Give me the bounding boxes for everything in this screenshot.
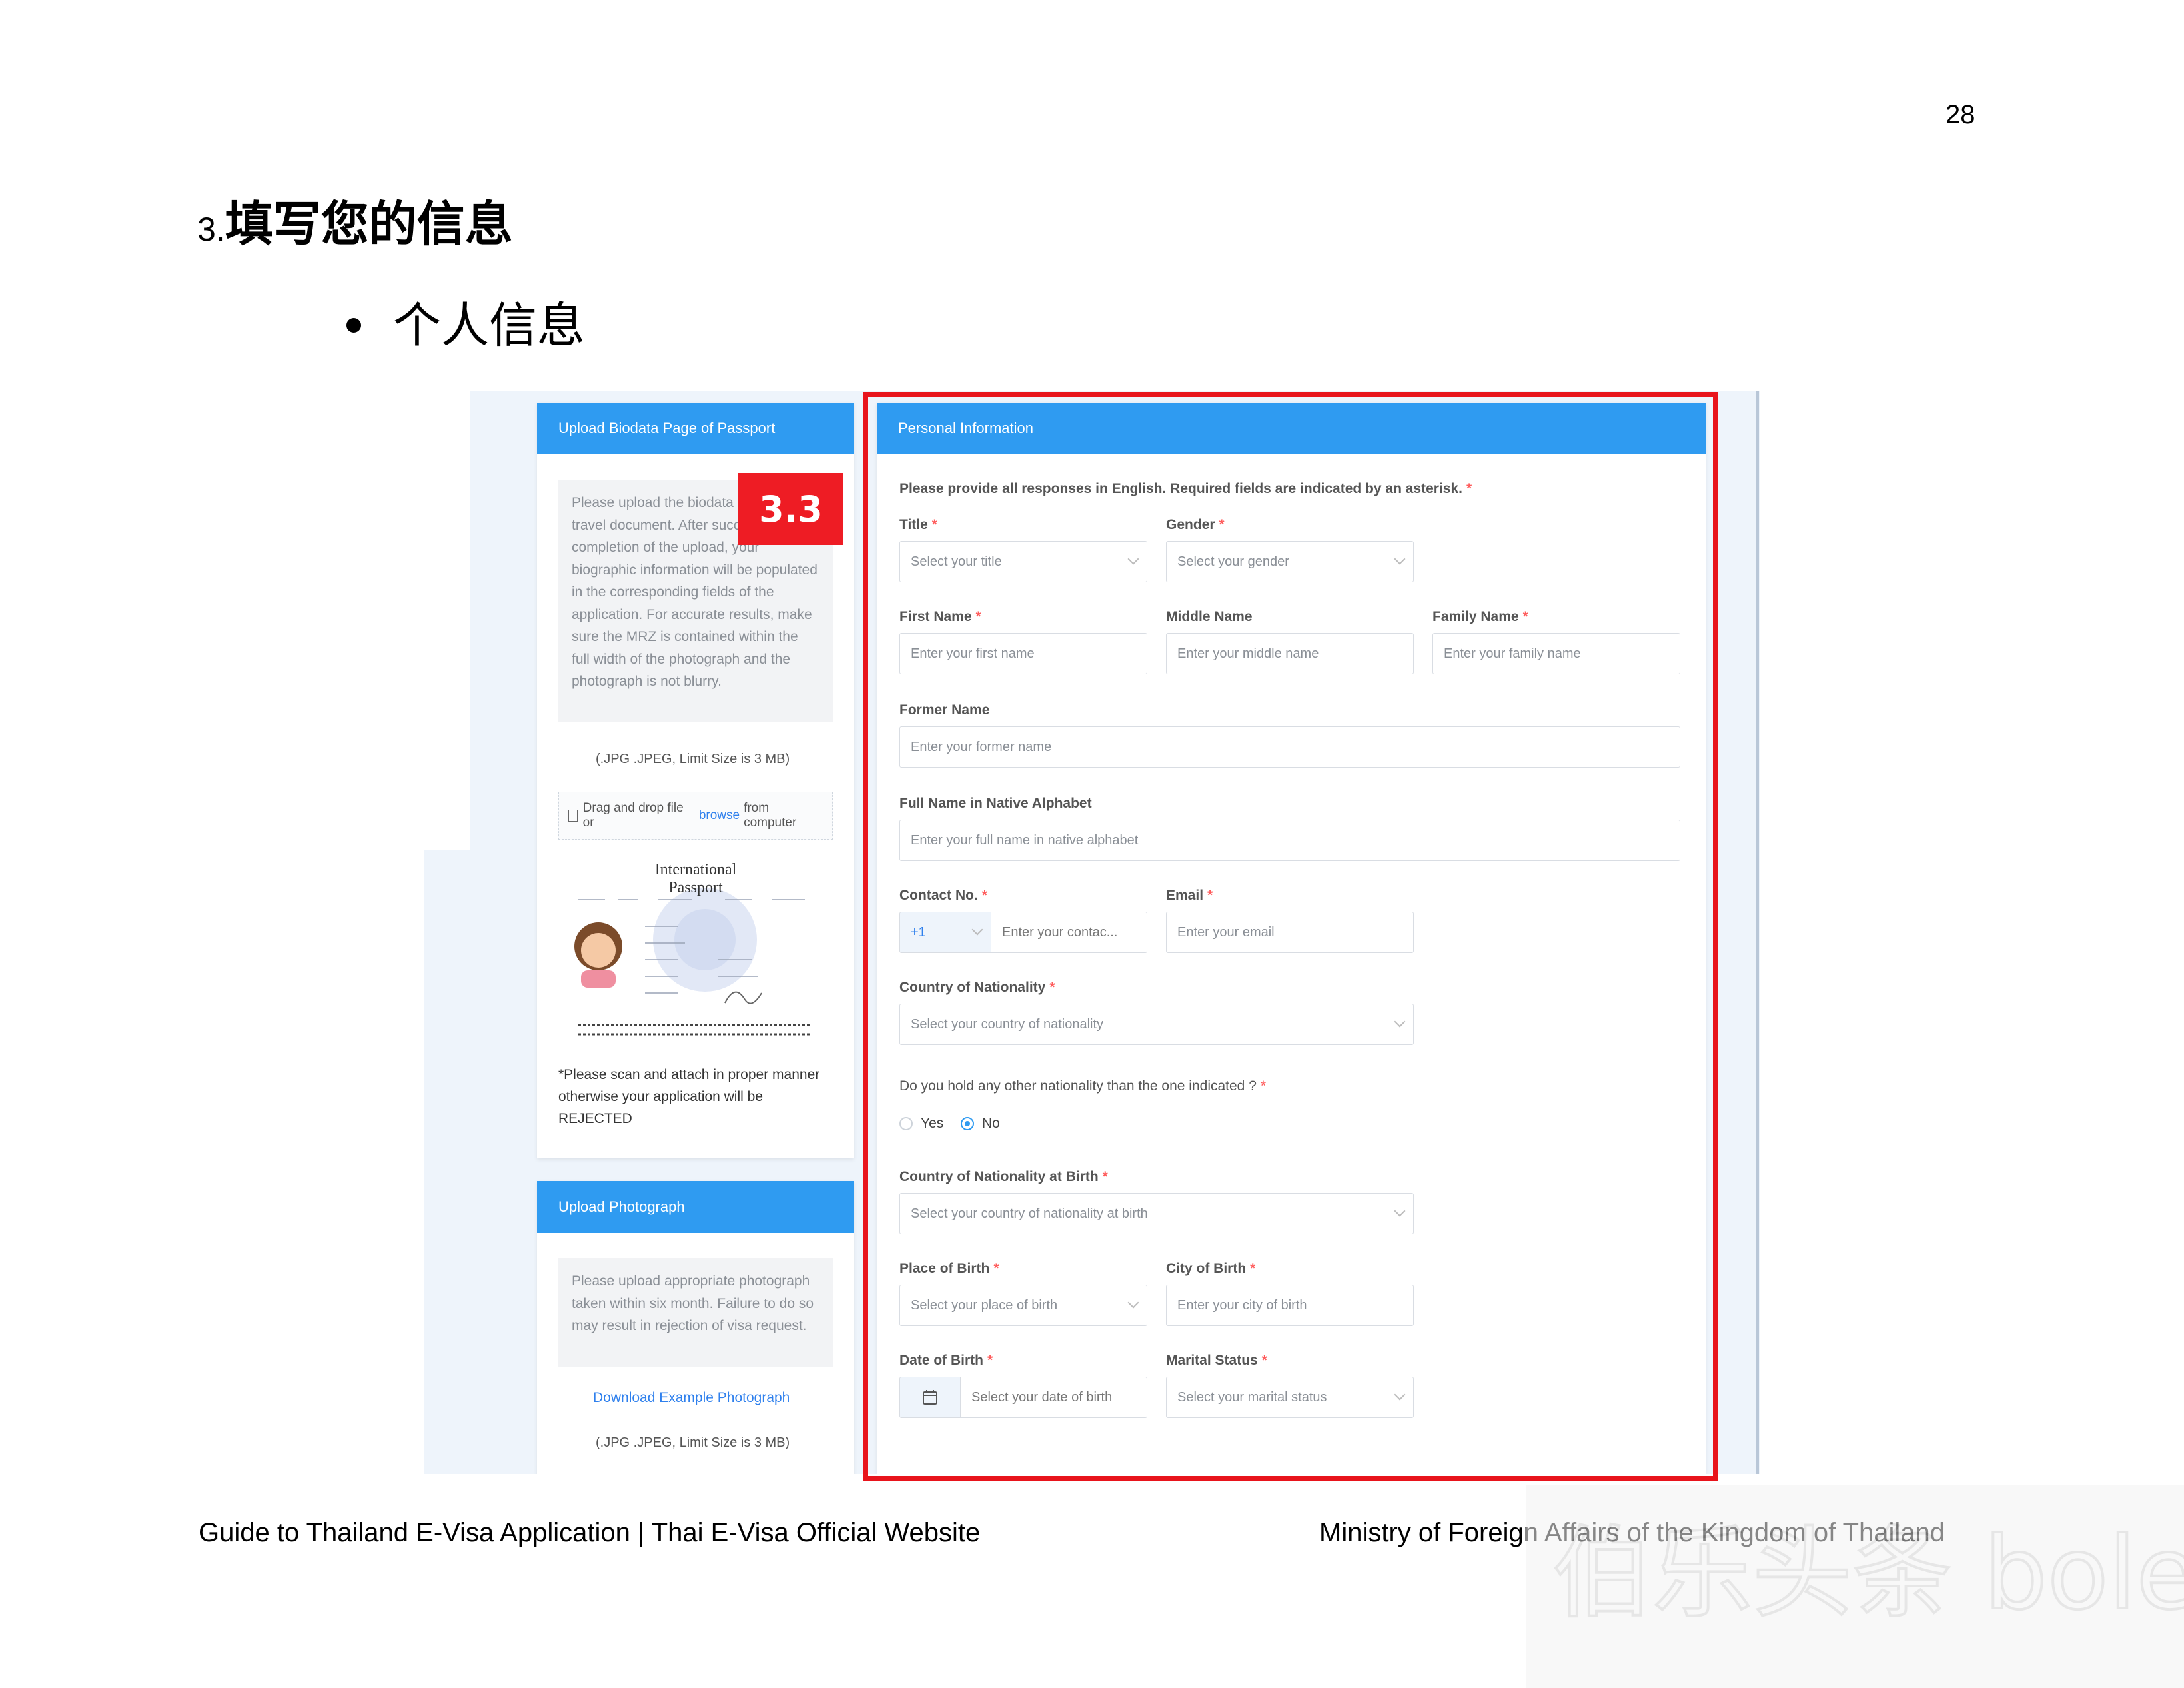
dropzone-text: Drag and drop file or	[582, 801, 684, 830]
watermark-text: 伯乐头条 bole90.com	[1552, 1516, 2184, 1632]
screenshot-background-strip	[424, 850, 472, 1474]
bullet-item: 个人信息	[346, 301, 585, 349]
sample-passport-title: International Passport	[654, 861, 737, 896]
section-number: 3.	[197, 211, 225, 248]
bullet-text: 个人信息	[393, 297, 586, 353]
photo-panel-header: Upload Photograph	[537, 1181, 854, 1233]
sample-passport-image: International Passport	[558, 860, 833, 1046]
photo-upload-panel: Upload Photograph Please upload appropri…	[537, 1181, 854, 1474]
dropzone-suffix: from computer	[744, 801, 797, 830]
step-badge: 3.3	[738, 473, 843, 545]
photo-instructions: Please upload appropriate photograph tak…	[558, 1258, 833, 1367]
bullet-icon	[346, 318, 361, 333]
section-heading: 3.填写您的信息	[197, 200, 513, 248]
screenshot-scrollbar	[1756, 391, 1759, 1474]
section-title: 填写您的信息	[225, 196, 513, 252]
footer-left: Guide to Thailand E-Visa Application | T…	[199, 1518, 981, 1547]
watermark-logo: 伯乐头条 bole90.com	[1526, 1485, 2184, 1688]
passport-panel-header: Upload Biodata Page of Passport	[537, 403, 854, 454]
highlight-box	[863, 392, 1718, 1481]
passport-dropzone[interactable]: Drag and drop file or browse from comput…	[558, 792, 833, 840]
scan-warning: *Please scan and attach in proper manner…	[558, 1067, 820, 1126]
photo-file-limit: (.JPG .JPEG, Limit Size is 3 MB)	[596, 1435, 790, 1450]
page-number: 28	[1945, 100, 1975, 129]
browse-link[interactable]: browse	[699, 808, 740, 823]
download-example-link[interactable]: Download Example Photograph	[593, 1390, 790, 1406]
passport-file-limit: (.JPG .JPEG, Limit Size is 3 MB)	[596, 752, 790, 766]
file-icon	[568, 810, 578, 822]
